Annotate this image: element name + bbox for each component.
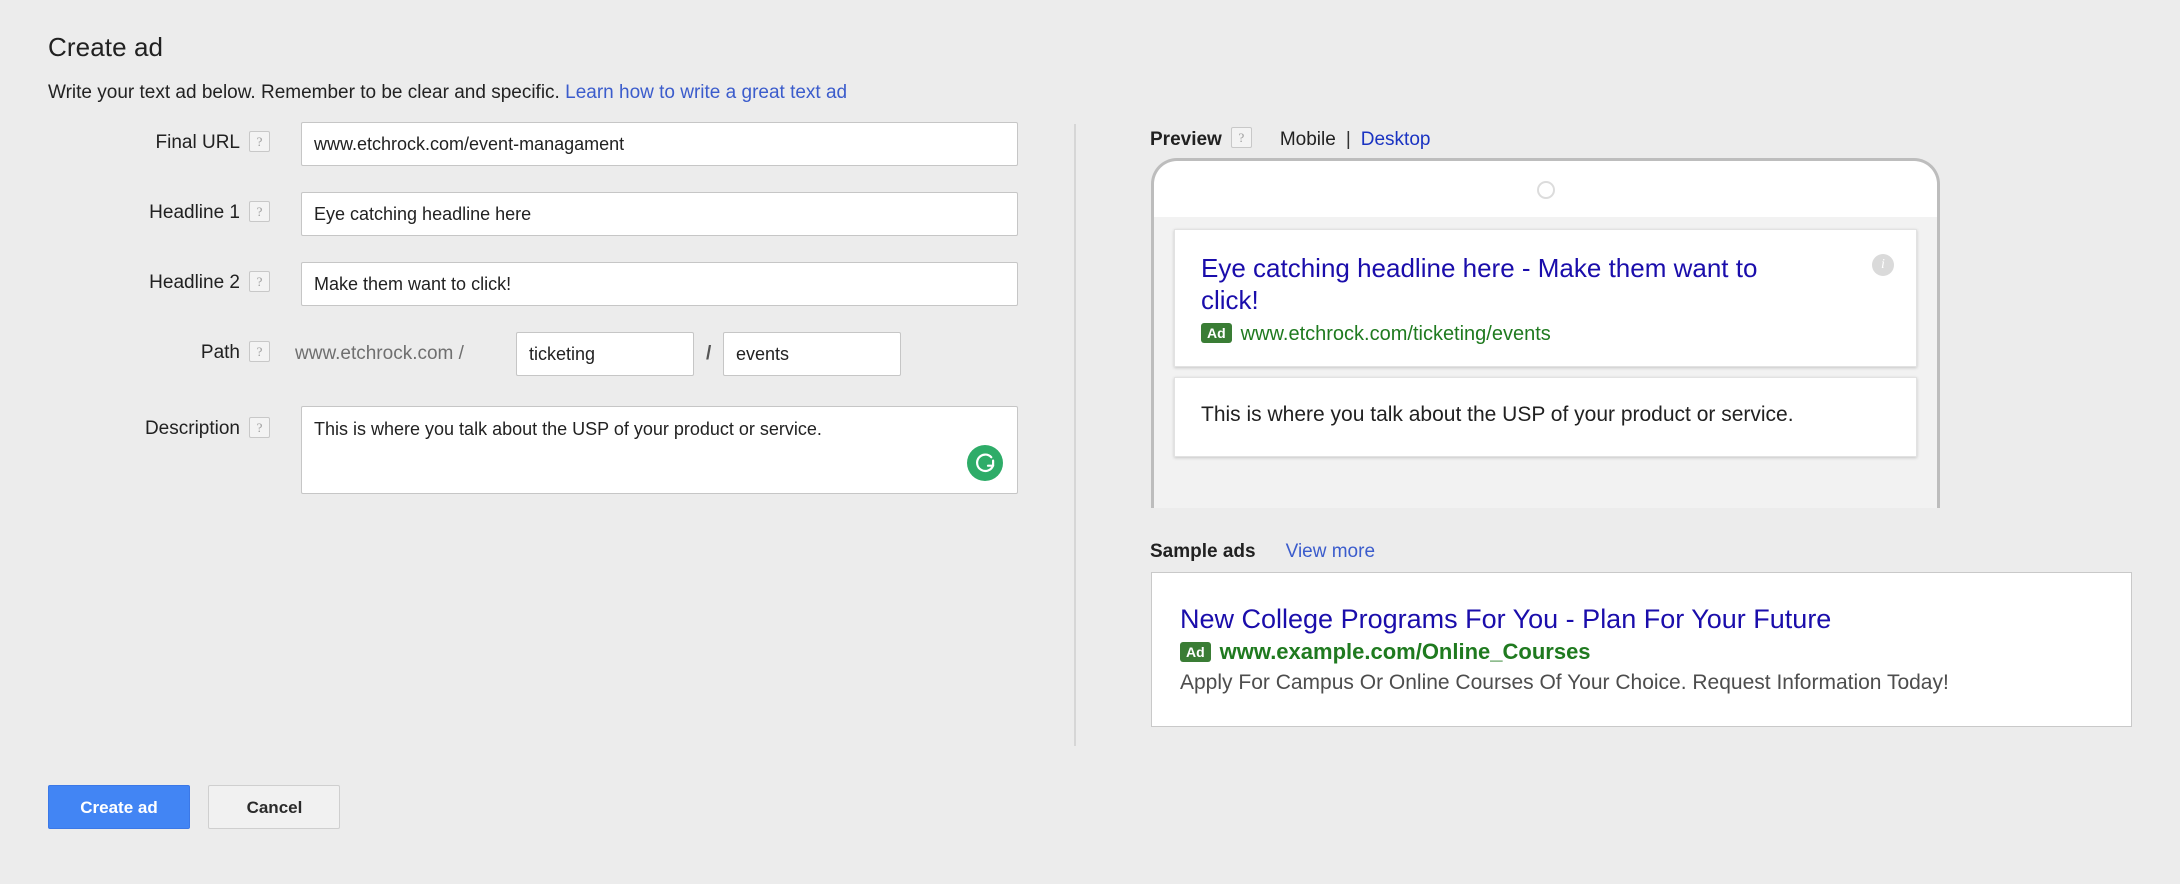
description-label: Description xyxy=(144,418,240,439)
help-icon-description[interactable]: ? xyxy=(249,417,270,438)
preview-ad-card: Eye catching headline here - Make them w… xyxy=(1174,229,1917,367)
create-ad-button[interactable]: Create ad xyxy=(48,785,190,829)
help-icon-headline-2[interactable]: ? xyxy=(249,271,270,292)
preview-ad-url-line: Ad www.etchrock.com/ticketing/events xyxy=(1201,323,1890,346)
phone-screen: Eye catching headline here - Make them w… xyxy=(1154,217,1937,508)
final-url-label-wrap: Final URL? xyxy=(40,131,270,155)
sample-ads-header: Sample ads View more xyxy=(1150,540,1375,564)
sample-ad-card: New College Programs For You - Plan For … xyxy=(1151,572,2132,727)
headline-1-input[interactable] xyxy=(301,192,1018,236)
path-label: Path xyxy=(200,342,240,363)
help-icon-path[interactable]: ? xyxy=(249,341,270,362)
info-icon[interactable]: i xyxy=(1872,254,1894,276)
learn-how-link[interactable]: Learn how to write a great text ad xyxy=(565,82,847,103)
ad-form: Final URL? Headline 1? Headline 2? Path?… xyxy=(0,122,1060,518)
sample-ad-badge: Ad xyxy=(1180,642,1211,662)
headline-2-label-wrap: Headline 2? xyxy=(40,271,270,295)
preview-title: Preview xyxy=(1150,129,1222,150)
path-input-1[interactable] xyxy=(516,332,694,376)
page-subtitle-text: Write your text ad below. Remember to be… xyxy=(48,82,560,103)
description-label-wrap: Description? xyxy=(40,417,270,441)
path-separator: / xyxy=(706,343,712,364)
panel-divider xyxy=(1074,124,1076,746)
tab-separator: | xyxy=(1345,129,1351,150)
description-textarea[interactable]: This is where you talk about the USP of … xyxy=(301,406,1018,494)
form-row-headline-2: Headline 2? xyxy=(0,262,1060,312)
phone-camera-icon xyxy=(1536,181,1555,199)
sample-ads-title: Sample ads xyxy=(1150,541,1256,562)
path-label-wrap: Path? xyxy=(40,341,270,365)
sample-ad-inner: New College Programs For You - Plan For … xyxy=(1152,573,2131,697)
form-actions: Create ad Cancel xyxy=(48,785,341,829)
form-row-description: Description? This is where you talk abou… xyxy=(0,406,1060,498)
cancel-button[interactable]: Cancel xyxy=(208,785,341,829)
headline-1-label: Headline 1 xyxy=(149,202,240,223)
preview-ad-description: This is where you talk about the USP of … xyxy=(1201,403,1794,426)
sample-ad-url-line: Ad www.example.com/Online_Courses xyxy=(1180,639,2103,665)
help-icon-final-url[interactable]: ? xyxy=(249,131,270,152)
final-url-input[interactable] xyxy=(301,122,1018,166)
mobile-preview-frame: Eye catching headline here - Make them w… xyxy=(1151,158,1940,508)
tab-mobile[interactable]: Mobile xyxy=(1280,129,1336,150)
path-input-2[interactable] xyxy=(723,332,901,376)
headline-2-input[interactable] xyxy=(301,262,1018,306)
form-row-headline-1: Headline 1? xyxy=(0,192,1060,242)
sample-ad-url: www.example.com/Online_Courses xyxy=(1219,639,1591,664)
view-more-link[interactable]: View more xyxy=(1286,541,1375,562)
help-icon-preview[interactable]: ? xyxy=(1230,127,1252,148)
page-subtitle: Write your text ad below. Remember to be… xyxy=(48,82,847,104)
sample-ad-description: Apply For Campus Or Online Courses Of Yo… xyxy=(1180,671,1949,694)
form-row-path: Path? www.etchrock.com / / xyxy=(0,332,1060,384)
preview-ad-url: www.etchrock.com/ticketing/events xyxy=(1240,323,1551,345)
description-text: This is where you talk about the USP of … xyxy=(314,419,822,439)
preview-ad-headline[interactable]: Eye catching headline here - Make them w… xyxy=(1201,252,1811,316)
form-row-final-url: Final URL? xyxy=(0,122,1060,172)
preview-ad-description-card: This is where you talk about the USP of … xyxy=(1174,377,1917,457)
create-ad-page: Create ad Write your text ad below. Reme… xyxy=(0,0,2180,884)
page-title: Create ad xyxy=(48,32,164,62)
tab-desktop[interactable]: Desktop xyxy=(1361,129,1431,150)
help-icon-headline-1[interactable]: ? xyxy=(249,201,270,222)
headline-1-label-wrap: Headline 1? xyxy=(40,201,270,225)
final-url-label: Final URL xyxy=(155,132,240,153)
sample-ad-headline[interactable]: New College Programs For You - Plan For … xyxy=(1180,603,2103,635)
grammarly-icon[interactable] xyxy=(967,445,1003,481)
ad-badge: Ad xyxy=(1201,323,1232,343)
headline-2-label: Headline 2 xyxy=(149,272,240,293)
preview-header: Preview? Mobile | Desktop xyxy=(1150,127,1430,152)
path-domain-prefix: www.etchrock.com / xyxy=(295,343,464,364)
